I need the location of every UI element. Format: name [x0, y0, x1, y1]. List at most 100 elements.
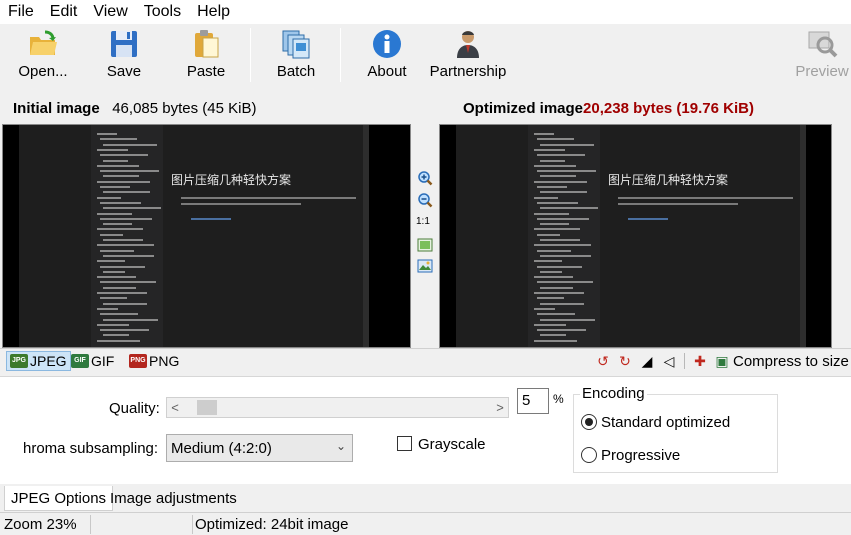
preview-tree-line	[537, 249, 571, 252]
preview-tree-line	[534, 339, 577, 342]
standard-optimized-label[interactable]: Standard optimized	[601, 414, 730, 431]
zoom-in-icon[interactable]	[417, 170, 433, 186]
quality-slider-thumb[interactable]	[197, 400, 217, 415]
chroma-subsampling-value: Medium (4:2:0)	[171, 440, 272, 457]
preview-tree-line	[103, 302, 147, 305]
quality-slider[interactable]: < >	[166, 397, 509, 418]
tab-image-adjustments[interactable]: Image adjustments	[104, 486, 243, 511]
menu-tools[interactable]: Tools	[136, 3, 189, 21]
fit-window-icon[interactable]	[417, 237, 433, 253]
preview-tree-line	[100, 233, 123, 236]
open-label: Open...	[18, 63, 68, 80]
menu-view[interactable]: View	[85, 3, 135, 21]
paste-label: Paste	[186, 63, 226, 80]
preview-tree-line	[100, 170, 159, 173]
grayscale-label[interactable]: Grayscale	[418, 436, 486, 453]
preview-tree-line	[537, 329, 586, 332]
preview-tree-line	[100, 329, 149, 332]
toolbar: Open... Save Paste Batch About Partnersh…	[0, 24, 851, 86]
jpeg-options-panel: Quality: < > 5 % hroma subsampling: Medi…	[0, 376, 851, 484]
preview-tree-line	[100, 265, 145, 268]
chroma-subsampling-select[interactable]: Medium (4:2:0) ⌄	[166, 434, 353, 462]
batch-files-icon	[282, 30, 310, 59]
preview-tree-line	[97, 260, 125, 263]
preview-button[interactable]: Preview	[794, 24, 850, 86]
quality-unit: %	[553, 392, 564, 406]
batch-label: Batch	[276, 63, 316, 80]
tab-gif-label: GIF	[91, 353, 115, 369]
preview-text-line	[628, 218, 668, 220]
flip-vertical-icon[interactable]: ◁	[660, 352, 678, 370]
preview-tree-line	[540, 223, 569, 226]
preview-tree-line	[534, 148, 565, 151]
preview-tree-line	[100, 217, 152, 220]
preview-tree-line	[540, 302, 584, 305]
about-label: About	[367, 63, 407, 80]
grayscale-checkbox[interactable]	[397, 436, 412, 451]
save-button[interactable]: Save	[94, 24, 154, 86]
open-button[interactable]: Open...	[8, 24, 78, 86]
progressive-radio[interactable]	[581, 447, 597, 463]
encoding-group: Encoding Standard optimized Progressive	[573, 385, 778, 473]
zoom-out-icon[interactable]	[417, 192, 433, 208]
zoom-actual-size[interactable]: 1:1	[416, 216, 430, 227]
menu-edit[interactable]: Edit	[42, 3, 86, 21]
quality-input[interactable]: 5	[517, 388, 549, 414]
crop-icon[interactable]: ✚	[691, 352, 709, 370]
preview-tree-line	[97, 323, 129, 326]
preview-tree-line	[100, 313, 138, 316]
preview-tree-line	[100, 186, 130, 188]
toolbar-separator	[250, 28, 251, 82]
zoom-controls: 1:1	[413, 124, 437, 348]
preview-tree-line	[540, 191, 587, 194]
preview-tree-line	[540, 286, 573, 289]
partnership-button[interactable]: Partnership	[428, 24, 508, 86]
compress-size-icon[interactable]: ▣	[713, 352, 731, 370]
initial-image-pane[interactable]: 图片压缩几种轻快方案	[2, 124, 411, 348]
paste-button[interactable]: Paste	[178, 24, 234, 86]
preview-tree-line	[540, 254, 591, 257]
preview-file-tree	[91, 125, 163, 347]
rotate-left-icon[interactable]: ↺	[594, 352, 612, 370]
compare-view-icon[interactable]	[417, 258, 433, 274]
tab-jpeg[interactable]: JPG JPEG	[6, 351, 71, 371]
flip-horizontal-icon[interactable]: ◢	[638, 352, 656, 370]
preview-tree-line	[534, 244, 591, 247]
optimized-image-label: Optimized image	[463, 100, 584, 117]
optimized-image-pane[interactable]: 图片压缩几种轻快方案	[439, 124, 832, 348]
preview-tree-line	[97, 339, 140, 342]
preview-doc-title: 图片压缩几种轻快方案	[608, 173, 729, 187]
slider-left-arrow-icon[interactable]: <	[167, 398, 183, 417]
preview-doc-title: 图片压缩几种轻快方案	[171, 173, 292, 187]
tab-jpeg-options[interactable]: JPEG Options	[4, 486, 114, 511]
slider-right-arrow-icon[interactable]: >	[492, 398, 508, 417]
preview-tree-line	[537, 281, 593, 284]
encoding-label: Encoding	[580, 385, 647, 402]
compress-to-size-button[interactable]: Compress to size	[733, 353, 849, 370]
format-tab-row: JPG JPEG GIF GIF PNG PNG ↺ ↻ ◢ ◁ ✚ ▣ Com…	[0, 348, 851, 372]
preview-tree-line	[97, 212, 132, 215]
initial-image-size: 46,085 bytes (45 KiB)	[112, 100, 257, 117]
batch-button[interactable]: Batch	[266, 24, 326, 86]
preview-tree-line	[103, 286, 136, 289]
png-format-icon: PNG	[129, 354, 147, 368]
preview-tree-line	[537, 138, 574, 141]
preview-tree-line	[534, 196, 558, 199]
rotate-right-icon[interactable]: ↻	[616, 352, 634, 370]
menu-file[interactable]: File	[0, 3, 42, 21]
chroma-subsampling-label: hroma subsampling:	[23, 440, 159, 457]
menu-help[interactable]: Help	[189, 3, 238, 21]
about-button[interactable]: About	[358, 24, 416, 86]
gif-format-icon: GIF	[71, 354, 89, 368]
tab-png[interactable]: PNG PNG	[126, 351, 182, 371]
progressive-label[interactable]: Progressive	[601, 447, 680, 464]
preview-tree-line	[534, 228, 580, 231]
preview-tree-line	[534, 133, 554, 135]
preview-label: Preview	[795, 63, 849, 80]
standard-optimized-radio[interactable]	[581, 414, 597, 430]
tab-gif[interactable]: GIF GIF	[68, 351, 117, 371]
save-label: Save	[106, 63, 142, 80]
image-tools: ↺ ↻ ◢ ◁ ✚ ▣ Compress to size	[592, 351, 849, 371]
initial-image-header: Initial image 46,085 bytes (45 KiB)	[13, 100, 256, 117]
preview-tree-line	[103, 270, 125, 273]
